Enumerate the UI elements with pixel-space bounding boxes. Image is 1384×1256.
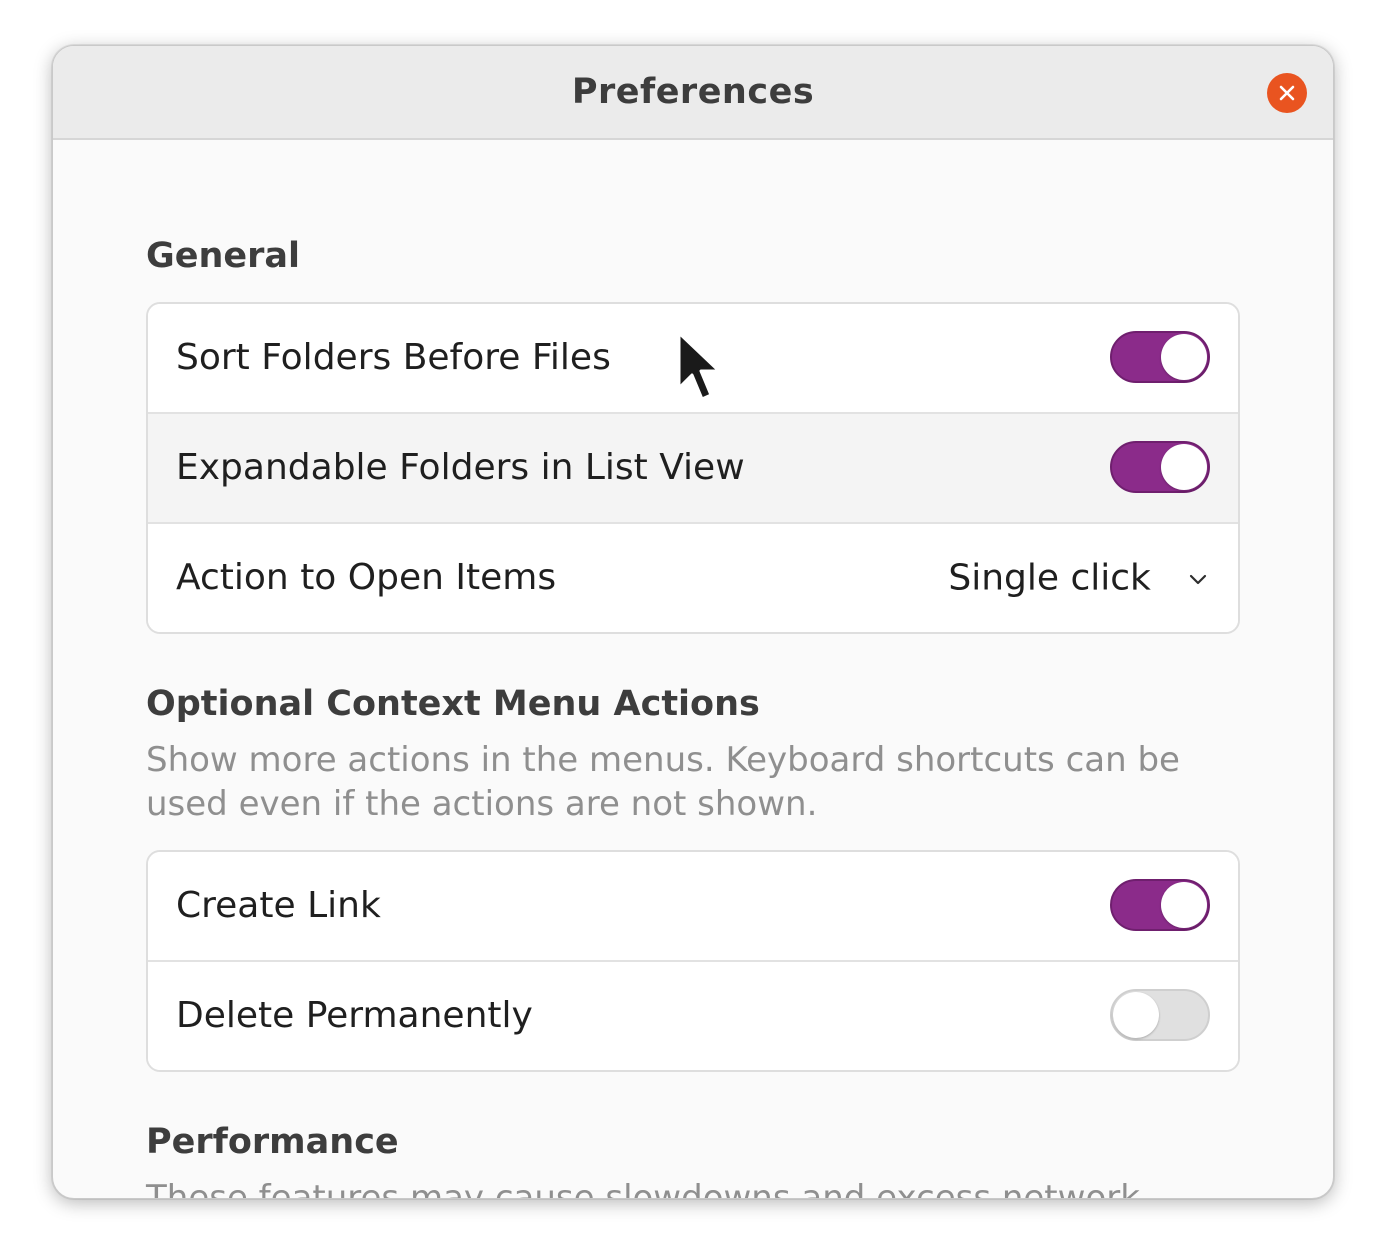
performance-heading: Performance: [146, 1122, 399, 1162]
create-link-switch[interactable]: [1110, 879, 1210, 931]
switch-knob: [1161, 334, 1207, 380]
open-action-label: Action to Open Items: [176, 557, 557, 598]
sort-folders-label: Sort Folders Before Files: [176, 337, 611, 378]
delete-permanently-switch[interactable]: [1110, 989, 1210, 1041]
header-bar: Preferences: [53, 46, 1333, 140]
expandable-folders-label: Expandable Folders in List View: [176, 447, 745, 488]
context-menu-heading: Optional Context Menu Actions: [146, 684, 760, 724]
chevron-down-icon: [1189, 574, 1207, 584]
open-action-row[interactable]: Action to Open Items Single click: [148, 524, 1238, 632]
open-action-dropdown[interactable]: Single click: [948, 524, 1210, 632]
expandable-folders-switch[interactable]: [1110, 441, 1210, 493]
create-link-label: Create Link: [176, 885, 381, 926]
preferences-content[interactable]: General Sort Folders Before Files Expand…: [53, 140, 1333, 1198]
delete-permanently-row[interactable]: Delete Permanently: [148, 962, 1238, 1070]
create-link-row[interactable]: Create Link: [148, 852, 1238, 962]
mouse-pointer-icon: [677, 331, 721, 401]
open-action-value: Single click: [948, 557, 1151, 599]
context-menu-card: Create Link Delete Permanently: [146, 850, 1240, 1072]
switch-knob: [1161, 882, 1207, 928]
switch-knob: [1161, 444, 1207, 490]
delete-permanently-label: Delete Permanently: [176, 995, 533, 1036]
context-menu-description: Show more actions in the menus. Keyboard…: [146, 740, 1180, 824]
performance-description: These features may cause slowdowns and e…: [146, 1178, 1140, 1198]
close-icon: [1279, 85, 1295, 101]
window-title: Preferences: [571, 72, 815, 112]
preferences-window: Preferences General Sort Folders Before …: [52, 45, 1334, 1199]
close-button[interactable]: [1267, 73, 1307, 113]
general-heading: General: [146, 236, 300, 276]
expandable-folders-row[interactable]: Expandable Folders in List View: [148, 414, 1238, 524]
sort-folders-switch[interactable]: [1110, 331, 1210, 383]
switch-knob: [1113, 992, 1159, 1038]
